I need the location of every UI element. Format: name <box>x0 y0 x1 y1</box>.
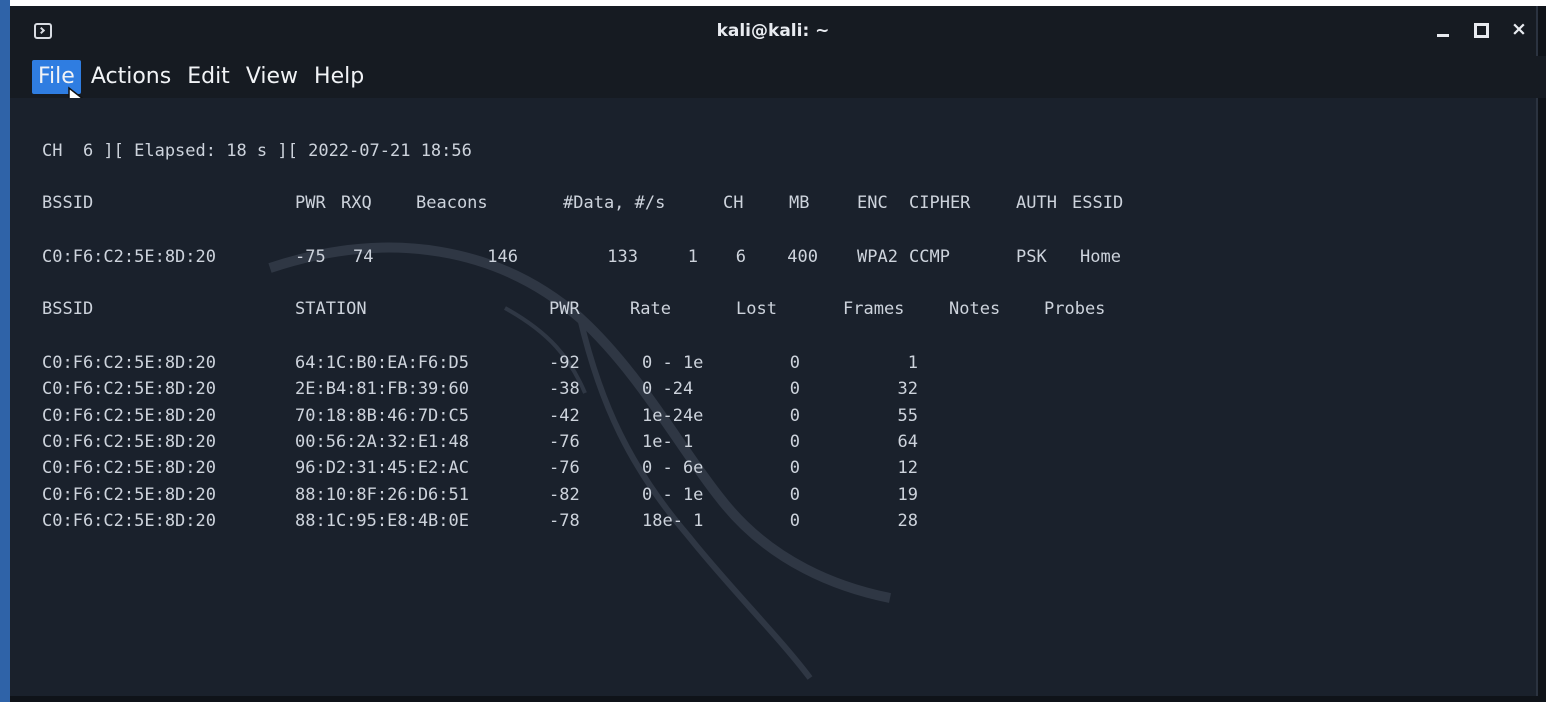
station-rate: 0 - 1e <box>642 484 704 505</box>
station-lost: 0 <box>789 484 800 505</box>
station-frames: 19 <box>897 484 918 505</box>
station-rate: 1e- 1 <box>642 431 694 452</box>
ap-header-rxq: RXQ <box>341 193 372 213</box>
station-bssid: C0:F6:C2:5E:8D:20 <box>42 379 216 400</box>
ap-header-ch: CH <box>723 193 744 213</box>
station-pwr: -42 <box>549 405 580 426</box>
station-frames: 1 <box>907 353 918 373</box>
ap-rxq: 74 <box>353 247 374 267</box>
ap-header-beacons: Beacons <box>416 193 488 213</box>
station-header-frames: Frames <box>843 299 905 319</box>
station-pwr: -92 <box>549 353 580 373</box>
terminal-window: kali@kali: ~ × File Actions Edit View He… <box>10 6 1546 696</box>
ap-header-pwr: PWR <box>295 193 326 213</box>
maximize-button[interactable] <box>1472 18 1490 43</box>
kali-dragon-watermark-icon <box>268 242 891 680</box>
menu-view[interactable]: View <box>240 60 304 94</box>
minimize-button[interactable] <box>1434 18 1452 43</box>
station-header-bssid: BSSID <box>42 299 94 319</box>
station-rate: 0 - 1e <box>642 353 704 373</box>
station-bssid: C0:F6:C2:5E:8D:20 <box>42 484 216 505</box>
station-header-probes: Probes <box>1044 299 1106 319</box>
station-mac: 00:56:2A:32:E1:48 <box>295 431 469 452</box>
station-rate: 18e- 1 <box>642 510 704 531</box>
station-lost: 0 <box>789 458 800 479</box>
station-lost: 0 <box>789 510 800 531</box>
ap-header-data: #Data, #/s <box>563 193 666 213</box>
station-mac: 88:10:8F:26:D6:51 <box>295 484 469 505</box>
ap-header-essid: ESSID <box>1072 193 1124 213</box>
station-frames: 55 <box>897 405 918 426</box>
ap-mb: 400 <box>787 247 818 267</box>
minimize-icon <box>1437 34 1449 37</box>
ap-per-second: 1 <box>687 247 698 267</box>
ap-header-enc: ENC <box>857 193 888 213</box>
station-frames: 12 <box>897 458 918 479</box>
station-mac: 88:1C:95:E8:4B:0E <box>295 510 469 531</box>
menu-help[interactable]: Help <box>308 60 370 94</box>
station-frames: 28 <box>897 510 918 531</box>
ap-beacons: 146 <box>487 247 518 267</box>
station-bssid: C0:F6:C2:5E:8D:20 <box>42 405 216 426</box>
station-lost: 0 <box>789 379 800 400</box>
station-rate: 0 -24 <box>642 379 694 400</box>
station-rate: 0 - 6e <box>642 458 704 479</box>
ap-data: 133 <box>607 247 638 267</box>
close-button[interactable]: × <box>1510 18 1528 43</box>
station-mac: 70:18:8B:46:7D:C5 <box>295 405 469 426</box>
ap-enc: WPA2 <box>857 247 898 267</box>
station-bssid: C0:F6:C2:5E:8D:20 <box>42 458 216 479</box>
maximize-icon <box>1473 23 1489 38</box>
desktop-background-strip <box>0 0 10 702</box>
window-controls: × <box>1434 18 1528 43</box>
window-title: kali@kali: ~ <box>716 21 830 41</box>
ap-header-mb: MB <box>789 193 810 213</box>
station-lost: 0 <box>789 405 800 426</box>
ap-ch: 6 <box>735 247 746 267</box>
station-bssid: C0:F6:C2:5E:8D:20 <box>42 431 216 452</box>
ap-pwr: -75 <box>295 247 326 267</box>
station-mac: 64:1C:B0:EA:F6:D5 <box>295 353 469 373</box>
station-header-rate: Rate <box>630 299 671 319</box>
menu-actions[interactable]: Actions <box>85 60 177 94</box>
ap-header-auth: AUTH <box>1016 193 1057 213</box>
station-pwr: -76 <box>549 458 580 479</box>
station-header-pwr: PWR <box>549 299 580 319</box>
menu-bar: File Actions Edit View Help <box>10 56 1546 98</box>
station-pwr: -78 <box>549 510 580 531</box>
station-pwr: -76 <box>549 431 580 452</box>
ap-header-cipher: CIPHER <box>909 193 971 213</box>
station-bssid: C0:F6:C2:5E:8D:20 <box>42 510 216 531</box>
station-lost: 0 <box>789 431 800 452</box>
titlebar: kali@kali: ~ × <box>10 6 1536 56</box>
ap-auth: PSK <box>1016 247 1047 267</box>
ap-essid: Home <box>1080 247 1121 267</box>
station-mac: 96:D2:31:45:E2:AC <box>295 458 469 479</box>
station-header-lost: Lost <box>736 299 777 319</box>
station-frames: 32 <box>897 379 918 400</box>
ap-cipher: CCMP <box>909 247 950 267</box>
station-mac: 2E:B4:81:FB:39:60 <box>295 379 469 400</box>
station-pwr: -38 <box>549 379 580 400</box>
ap-bssid: C0:F6:C2:5E:8D:20 <box>42 247 216 267</box>
station-rate: 1e-24e <box>642 405 704 426</box>
station-header-station: STATION <box>295 299 367 319</box>
station-lost: 0 <box>789 353 800 373</box>
status-line: CH 6 ][ Elapsed: 18 s ][ 2022-07-21 18:5… <box>42 141 472 161</box>
menu-edit[interactable]: Edit <box>181 60 236 94</box>
terminal-output[interactable]: CH 6 ][ Elapsed: 18 s ][ 2022-07-21 18:5… <box>10 98 1536 696</box>
ap-header-bssid: BSSID <box>42 193 94 213</box>
station-pwr: -82 <box>549 484 580 505</box>
station-header-notes: Notes <box>949 299 1001 319</box>
station-frames: 64 <box>897 431 918 452</box>
station-bssid: C0:F6:C2:5E:8D:20 <box>42 353 216 373</box>
